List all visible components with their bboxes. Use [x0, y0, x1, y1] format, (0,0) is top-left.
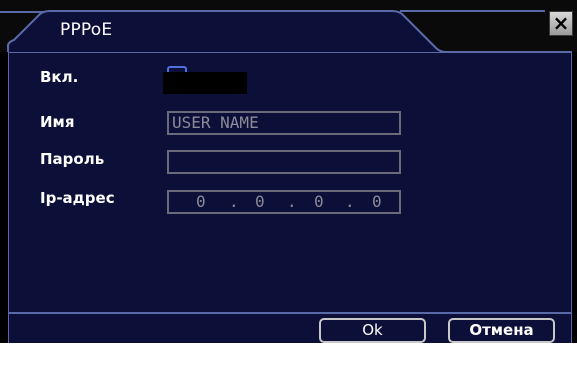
ip-dot: . [229, 192, 239, 211]
ip-octet-2[interactable]: 0 [255, 192, 265, 212]
ip-dot: . [287, 192, 297, 211]
form-panel [8, 52, 572, 313]
ip-octet-3[interactable]: 0 [314, 192, 324, 212]
redaction-block [163, 72, 247, 94]
pppoe-dialog: PPPoE × Вкл. Имя USER NAME Пароль Ip-адр… [0, 0, 577, 343]
ip-octet-4[interactable]: 0 [372, 192, 382, 212]
ip-dot: . [345, 192, 355, 211]
ip-label: Ip-адрес [40, 189, 115, 207]
password-field[interactable] [167, 150, 401, 174]
name-label: Имя [40, 113, 75, 131]
password-label: Пароль [40, 150, 105, 168]
enable-label: Вкл. [40, 68, 79, 86]
ip-address-field[interactable]: 0 . 0 . 0 . 0 [167, 190, 401, 214]
close-button[interactable]: × [549, 11, 573, 36]
dialog-title: PPPoE [60, 20, 113, 40]
close-icon: × [552, 11, 570, 35]
name-field[interactable]: USER NAME [167, 111, 401, 135]
ip-label-text: Ip-адрес [40, 189, 115, 207]
cancel-button[interactable]: Отмена [448, 318, 555, 343]
ok-button[interactable]: Ok [319, 318, 426, 343]
ip-octet-1[interactable]: 0 [196, 192, 206, 212]
